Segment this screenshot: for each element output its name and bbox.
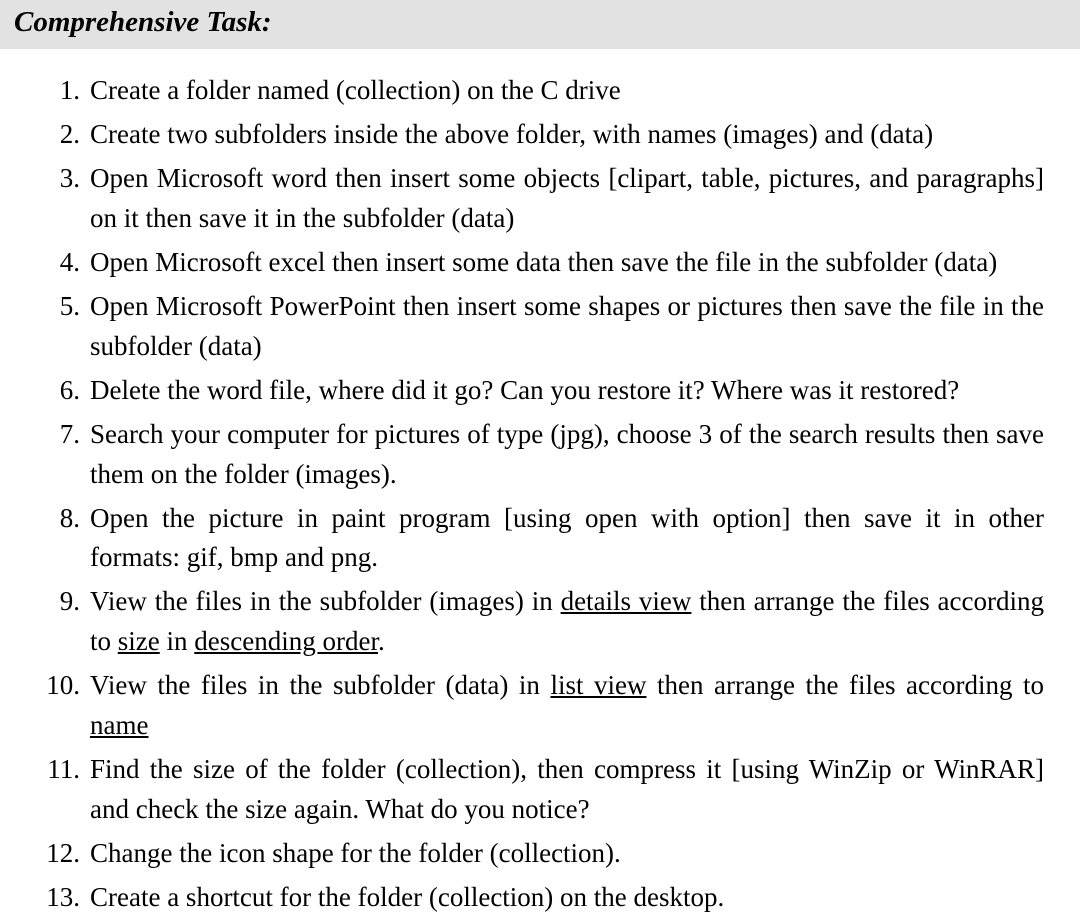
text-segment: in — [160, 626, 195, 656]
task-item: Change the icon shape for the folder (co… — [74, 834, 1044, 874]
task-item: Find the size of the folder (collection)… — [74, 750, 1044, 830]
task-item: Create a folder named (collection) on th… — [74, 71, 1044, 111]
task-item: Create two subfolders inside the above f… — [74, 115, 1044, 155]
underlined-text: size — [118, 626, 160, 656]
text-segment: then arrange the files according to — [647, 670, 1045, 700]
task-item: View the files in the subfolder (data) i… — [74, 666, 1044, 746]
section-heading: Comprehensive Task: — [0, 0, 1080, 49]
task-item: Open Microsoft PowerPoint then insert so… — [74, 287, 1044, 367]
underlined-text: list view — [550, 670, 646, 700]
underlined-text: name — [90, 710, 148, 740]
task-item: Create a shortcut for the folder (collec… — [74, 878, 1044, 918]
text-segment: . — [378, 626, 385, 656]
task-item: Delete the word file, where did it go? C… — [74, 371, 1044, 411]
underlined-text: details view — [561, 586, 692, 616]
task-item: Search your computer for pictures of typ… — [74, 415, 1044, 495]
task-item: Open Microsoft word then insert some obj… — [74, 159, 1044, 239]
task-item: Open Microsoft excel then insert some da… — [74, 243, 1044, 283]
task-item: View the files in the subfolder (images)… — [74, 582, 1044, 662]
text-segment: View the files in the subfolder (data) i… — [90, 670, 550, 700]
task-item: Open the picture in paint program [using… — [74, 499, 1044, 579]
task-list: Create a folder named (collection) on th… — [0, 71, 1080, 918]
document-page: Comprehensive Task: Create a folder name… — [0, 0, 1080, 918]
text-segment: View the files in the subfolder (images)… — [90, 586, 561, 616]
underlined-text: descending order — [194, 626, 378, 656]
